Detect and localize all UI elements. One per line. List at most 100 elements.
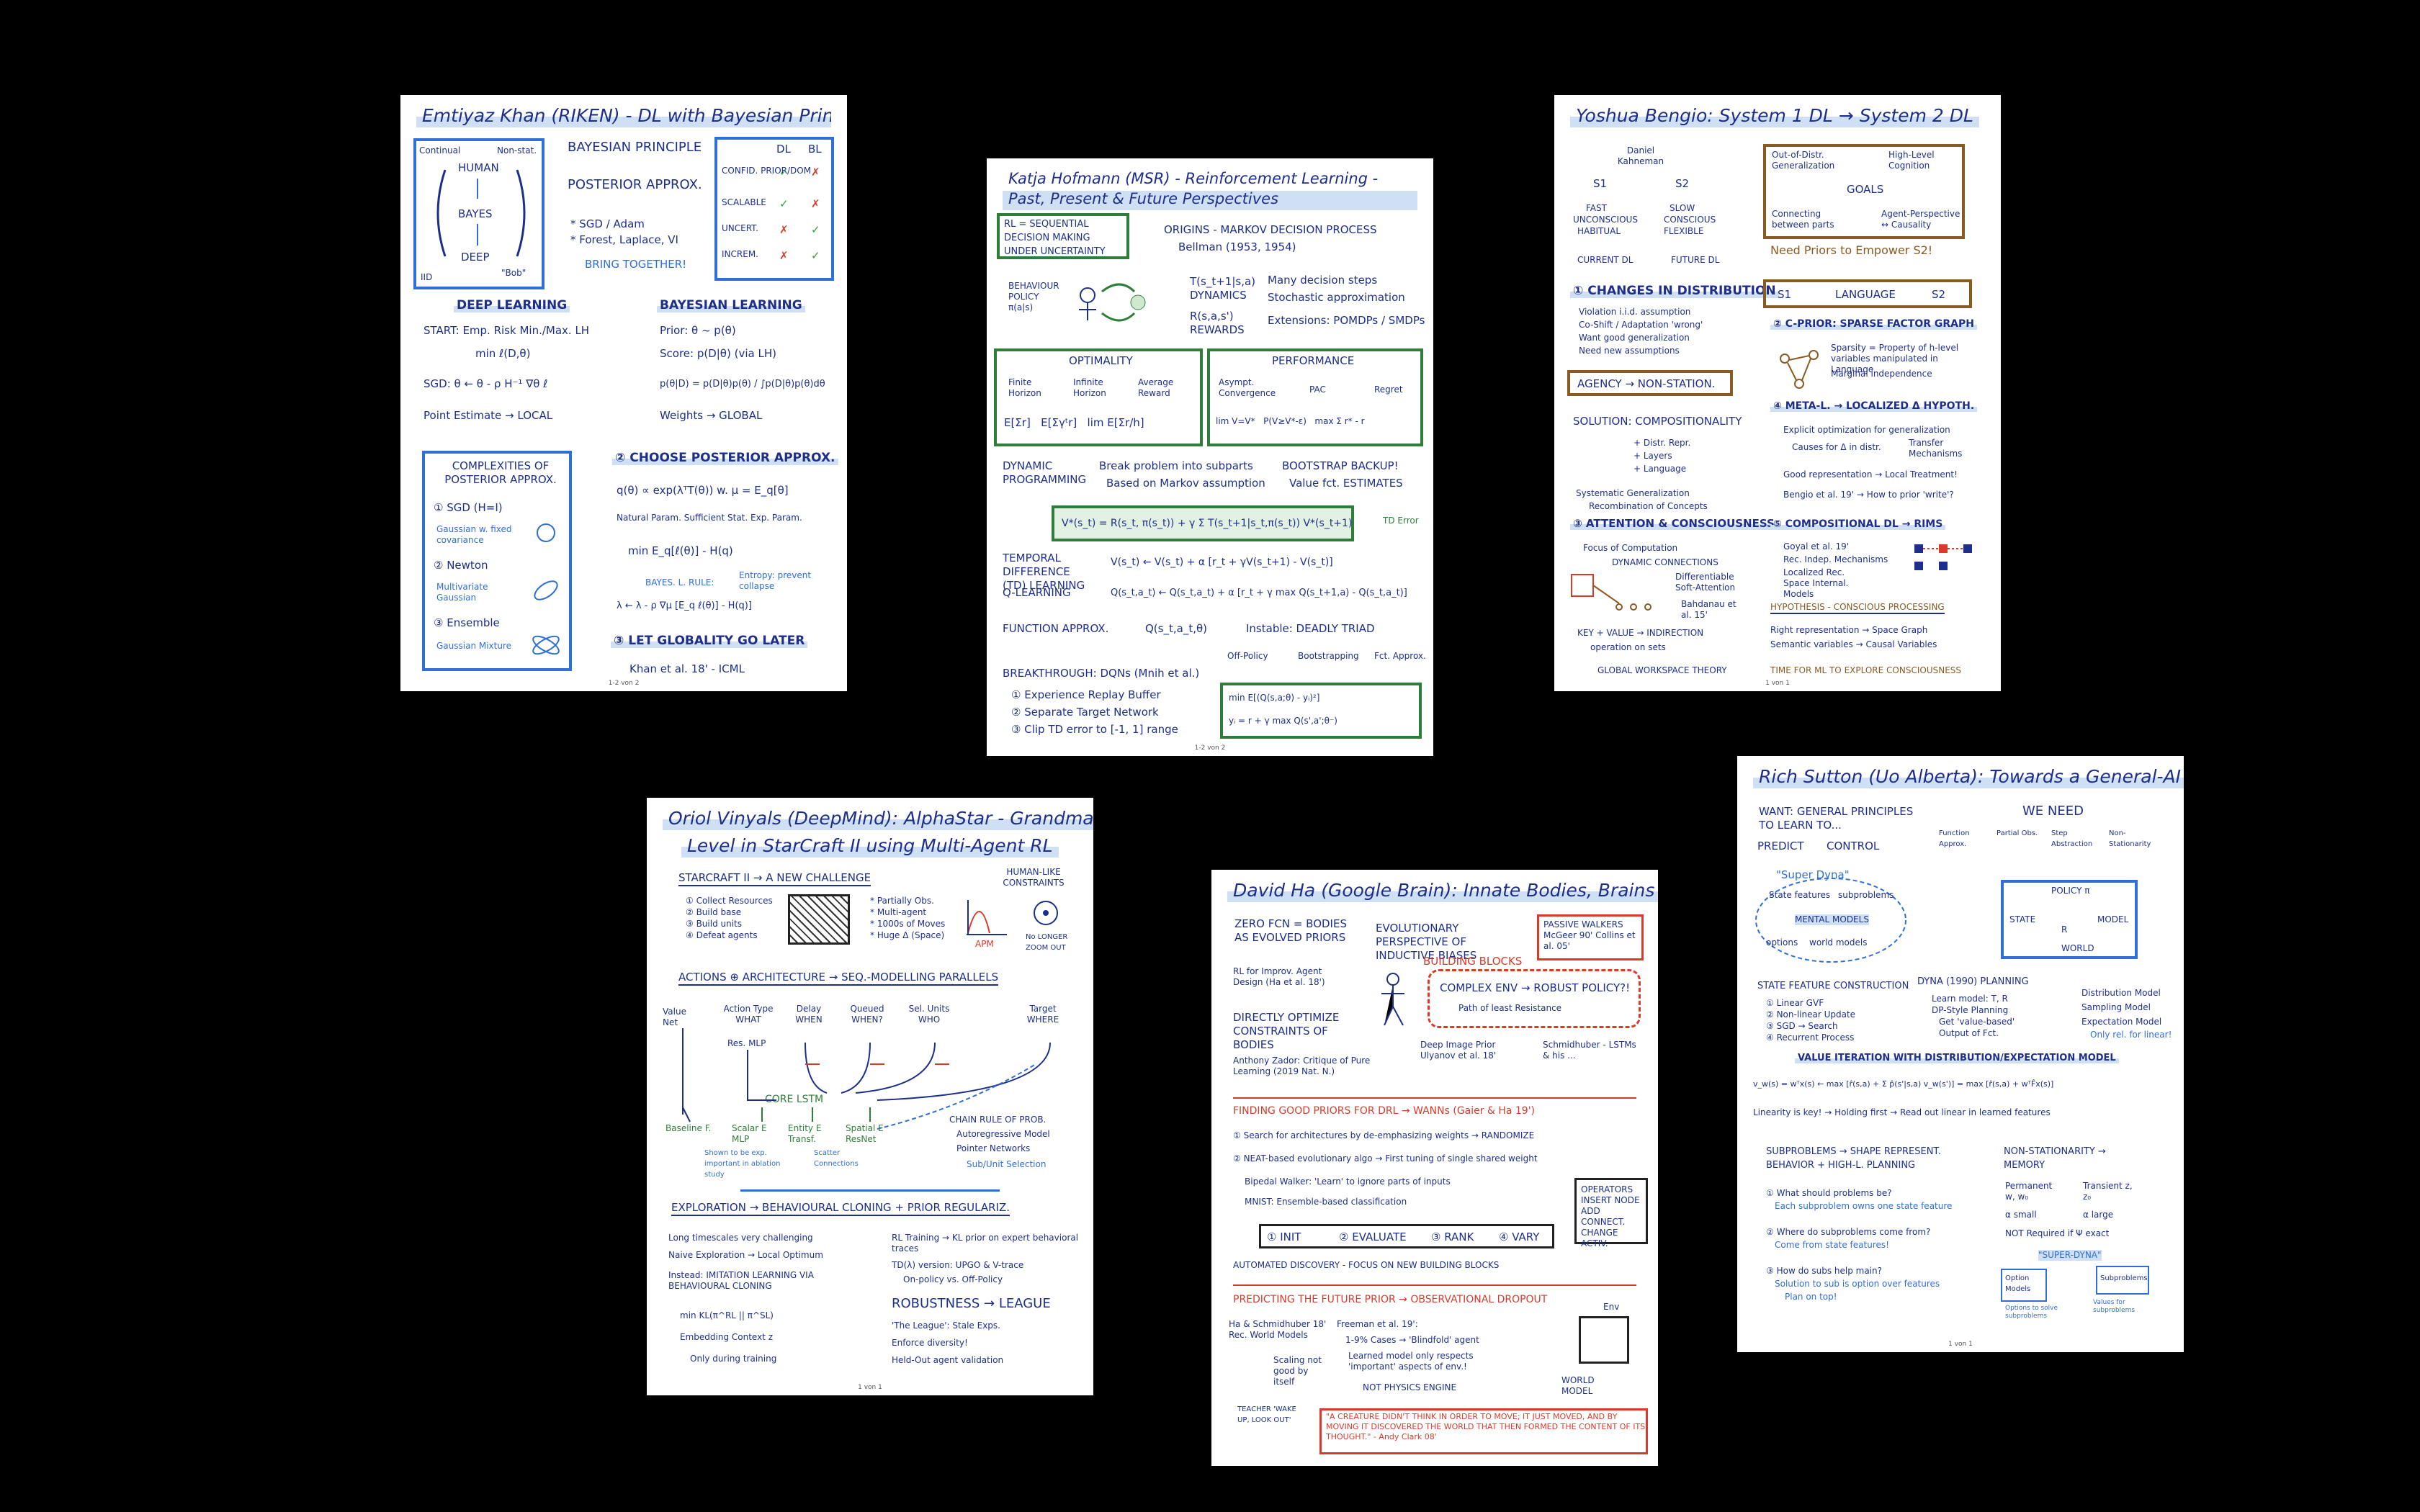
- table-row-label: SCALABLE: [722, 197, 766, 207]
- text-line: TD(λ) version: UPGO & V-trace: [892, 1260, 1024, 1270]
- page-title: Yoshua Bengio: System 1 DL → System 2 DL: [1570, 104, 1979, 127]
- list-item: ① Collect Resources: [686, 896, 773, 906]
- text-line: Semantic variables → Causal Variables: [1770, 639, 1937, 649]
- annotation: TD Error: [1383, 516, 1419, 526]
- lang-node: LANGUAGE: [1835, 288, 1896, 301]
- list-item: ④ Recurrent Process: [1766, 1032, 1855, 1043]
- box-text: OPERATORS INSERT NODE ADD CONNECT. CHANG…: [1581, 1184, 1640, 1248]
- check-icon: ✓: [811, 249, 820, 262]
- text-line: Expectation Model: [2081, 1017, 2162, 1027]
- lang-node: S1: [1778, 288, 1792, 301]
- loop-node: POLICY π: [2051, 886, 2090, 896]
- page-number: 1-2 von 2: [1194, 744, 1226, 752]
- section-heading: ROBUSTNESS → LEAGUE: [892, 1296, 1051, 1311]
- text-line: Score: p(D|θ) (via LH): [660, 347, 776, 360]
- list-item: * Multi-agent: [870, 907, 927, 917]
- text-line: Stochastic approximation: [1268, 291, 1405, 304]
- text-line: Come from state features!: [1775, 1240, 1889, 1250]
- text-line: Extensions: POMDPs / SMDPs: [1268, 314, 1425, 327]
- diagram-label: world models: [1809, 937, 1868, 948]
- text-line: Want good generalization: [1579, 333, 1690, 343]
- text-line: Q(s_t,a_t,θ): [1145, 622, 1207, 635]
- diagram-label: subproblems: [1838, 890, 1894, 900]
- text-line: Many decision steps: [1268, 274, 1378, 287]
- check-icon: ✓: [811, 223, 820, 236]
- section-heading: ② CHOOSE POSTERIOR APPROX.: [612, 451, 838, 465]
- loop-step: ③ RANK: [1431, 1230, 1474, 1243]
- text-line: Transfer Mechanisms: [1909, 438, 1963, 459]
- text-line: Bengio et al. 19' → How to prior 'write'…: [1783, 490, 1954, 500]
- formula: yᵢ = r + γ max Q(s',a';θ⁻): [1229, 716, 1337, 726]
- optimality-box: OPTIMALITY Finite Horizon Infinite Horiz…: [994, 348, 1203, 446]
- text-line: START: Emp. Risk Min./Max. LH: [424, 324, 590, 337]
- cross-icon: ✗: [811, 197, 820, 210]
- text-line: Bahdanau et al. 15': [1681, 599, 1736, 620]
- page-title: Katja Hofmann (MSR) - Reinforcement Lear…: [1003, 167, 1417, 210]
- goal-item: Connecting between parts: [1772, 209, 1834, 230]
- box-text: AGENCY → NON-STATION.: [1577, 377, 1716, 390]
- text-line: Value fct. ESTIMATES: [1289, 477, 1403, 490]
- section-heading: PREDICTING THE FUTURE PRIOR → OBSERVATIO…: [1233, 1294, 1548, 1305]
- text-line: No LONGER ZOOM OUT: [1026, 933, 1068, 952]
- annotation: Shown to be exp. important in ablation s…: [704, 1149, 781, 1179]
- text-line: Natural Param. Sufficient Stat. Exp. Par…: [617, 513, 802, 523]
- section-heading: "SUPER-DYNA": [2038, 1250, 2102, 1261]
- text-line: Bootstrapping: [1298, 651, 1359, 661]
- text-line: min ℓ(D,θ): [475, 347, 531, 360]
- list-item: ③ Clip TD error to [-1, 1] range: [1011, 723, 1178, 736]
- diagram-label: State features: [1769, 890, 1831, 900]
- principle-line: BAYESIAN PRINCIPLE: [568, 140, 702, 155]
- list-item: ③ SGD → Search: [1766, 1021, 1838, 1031]
- cross-icon: ✗: [779, 223, 789, 236]
- text-line: Solution to sub is option over features: [1775, 1279, 1940, 1289]
- language-box: S1 LANGUAGE S2: [1763, 279, 1972, 308]
- note-page-ha: David Ha (Google Brain): Innate Bodies, …: [1211, 870, 1658, 1466]
- text-line: Violation i.i.d. assumption: [1579, 307, 1691, 317]
- text-line: Linearity is key! → Holding first → Read…: [1753, 1107, 2051, 1117]
- text-line: Weights → GLOBAL: [660, 409, 763, 422]
- page-number: 1-2 von 2: [608, 680, 640, 687]
- text-line: Bellman (1953, 1954): [1178, 240, 1296, 253]
- text-line: Deep Image Prior Ulyanov et al. 18': [1420, 1040, 1497, 1061]
- need-item: Partial Obs.: [1996, 829, 2038, 837]
- note-page-hofmann: Katja Hofmann (MSR) - Reinforcement Lear…: [987, 158, 1433, 756]
- text-line: Permanent w, w₀: [2005, 1181, 2053, 1202]
- text-line: GLOBAL WORKSPACE THEORY: [1597, 665, 1727, 675]
- text-line: FAST: [1586, 203, 1607, 213]
- note-page-vinyals: Oriol Vinyals (DeepMind): AlphaStar - Gr…: [647, 798, 1093, 1395]
- quote-text: "A CREATURE DIDN'T THINK IN ORDER TO MOV…: [1326, 1412, 1646, 1441]
- text-line: DYNAMIC PROGRAMMING: [1003, 459, 1087, 486]
- world-model-diagram: [1579, 1316, 1629, 1364]
- text-line: CONSCIOUS: [1664, 215, 1716, 225]
- text-line: Held-Out agent validation: [892, 1355, 1004, 1365]
- text-line: Sub/Unit Selection: [967, 1159, 1047, 1169]
- text-line: KEY + VALUE → INDIRECTION: [1577, 628, 1704, 638]
- column-label: Finite Horizon: [1008, 377, 1041, 398]
- box-text: PASSIVE WALKERS McGeer 90' Collins et al…: [1543, 919, 1636, 951]
- section-heading: STATE FEATURE CONSTRUCTION: [1757, 981, 1909, 991]
- column-label: Average Reward: [1138, 377, 1174, 398]
- section-heading: STARCRAFT II → A NEW CHALLENGE: [678, 871, 871, 886]
- list-item: * Partially Obs.: [870, 896, 934, 906]
- evolution-loop: ① INIT ② EVALUATE ③ RANK ④ VARY: [1259, 1224, 1554, 1248]
- rl-definition-box: RL = SEQUENTIAL DECISION MAKING UNDER UN…: [997, 213, 1129, 259]
- comparison-table: DL BL CONFID. PRIOR/DOM SCALABLE UNCERT.…: [714, 137, 834, 281]
- check-icon: ✓: [779, 166, 789, 179]
- text-line: SOLUTION: COMPOSITIONALITY: [1573, 415, 1742, 428]
- list-item: * 1000s of Moves: [870, 919, 946, 929]
- list-item: ④ Defeat agents: [686, 930, 758, 940]
- column-label: PAC: [1309, 384, 1326, 395]
- text-line: Q(s_t,a_t) ← Q(s_t,a_t) + α [r_t + γ max…: [1111, 588, 1407, 598]
- divider: [1233, 1284, 1636, 1286]
- check-icon: ✓: [779, 197, 789, 210]
- loop-step: ① INIT: [1267, 1230, 1301, 1243]
- text-line: On-policy vs. Off-Policy: [903, 1274, 1003, 1284]
- section-heading: VALUE ITERATION WITH DISTRIBUTION/EXPECT…: [1795, 1053, 2119, 1063]
- text-line: ① Search for architectures by de-emphasi…: [1233, 1130, 1535, 1140]
- loop-node: WORLD: [2061, 943, 2094, 953]
- text-line: Values for subproblems: [2093, 1299, 2136, 1314]
- text-line: ① What should problems be?: [1766, 1188, 1892, 1198]
- text-line: Goyal et al. 19': [1783, 541, 1850, 552]
- starcraft-map-icon: [788, 894, 850, 945]
- page-number: 1 von 1: [858, 1384, 882, 1391]
